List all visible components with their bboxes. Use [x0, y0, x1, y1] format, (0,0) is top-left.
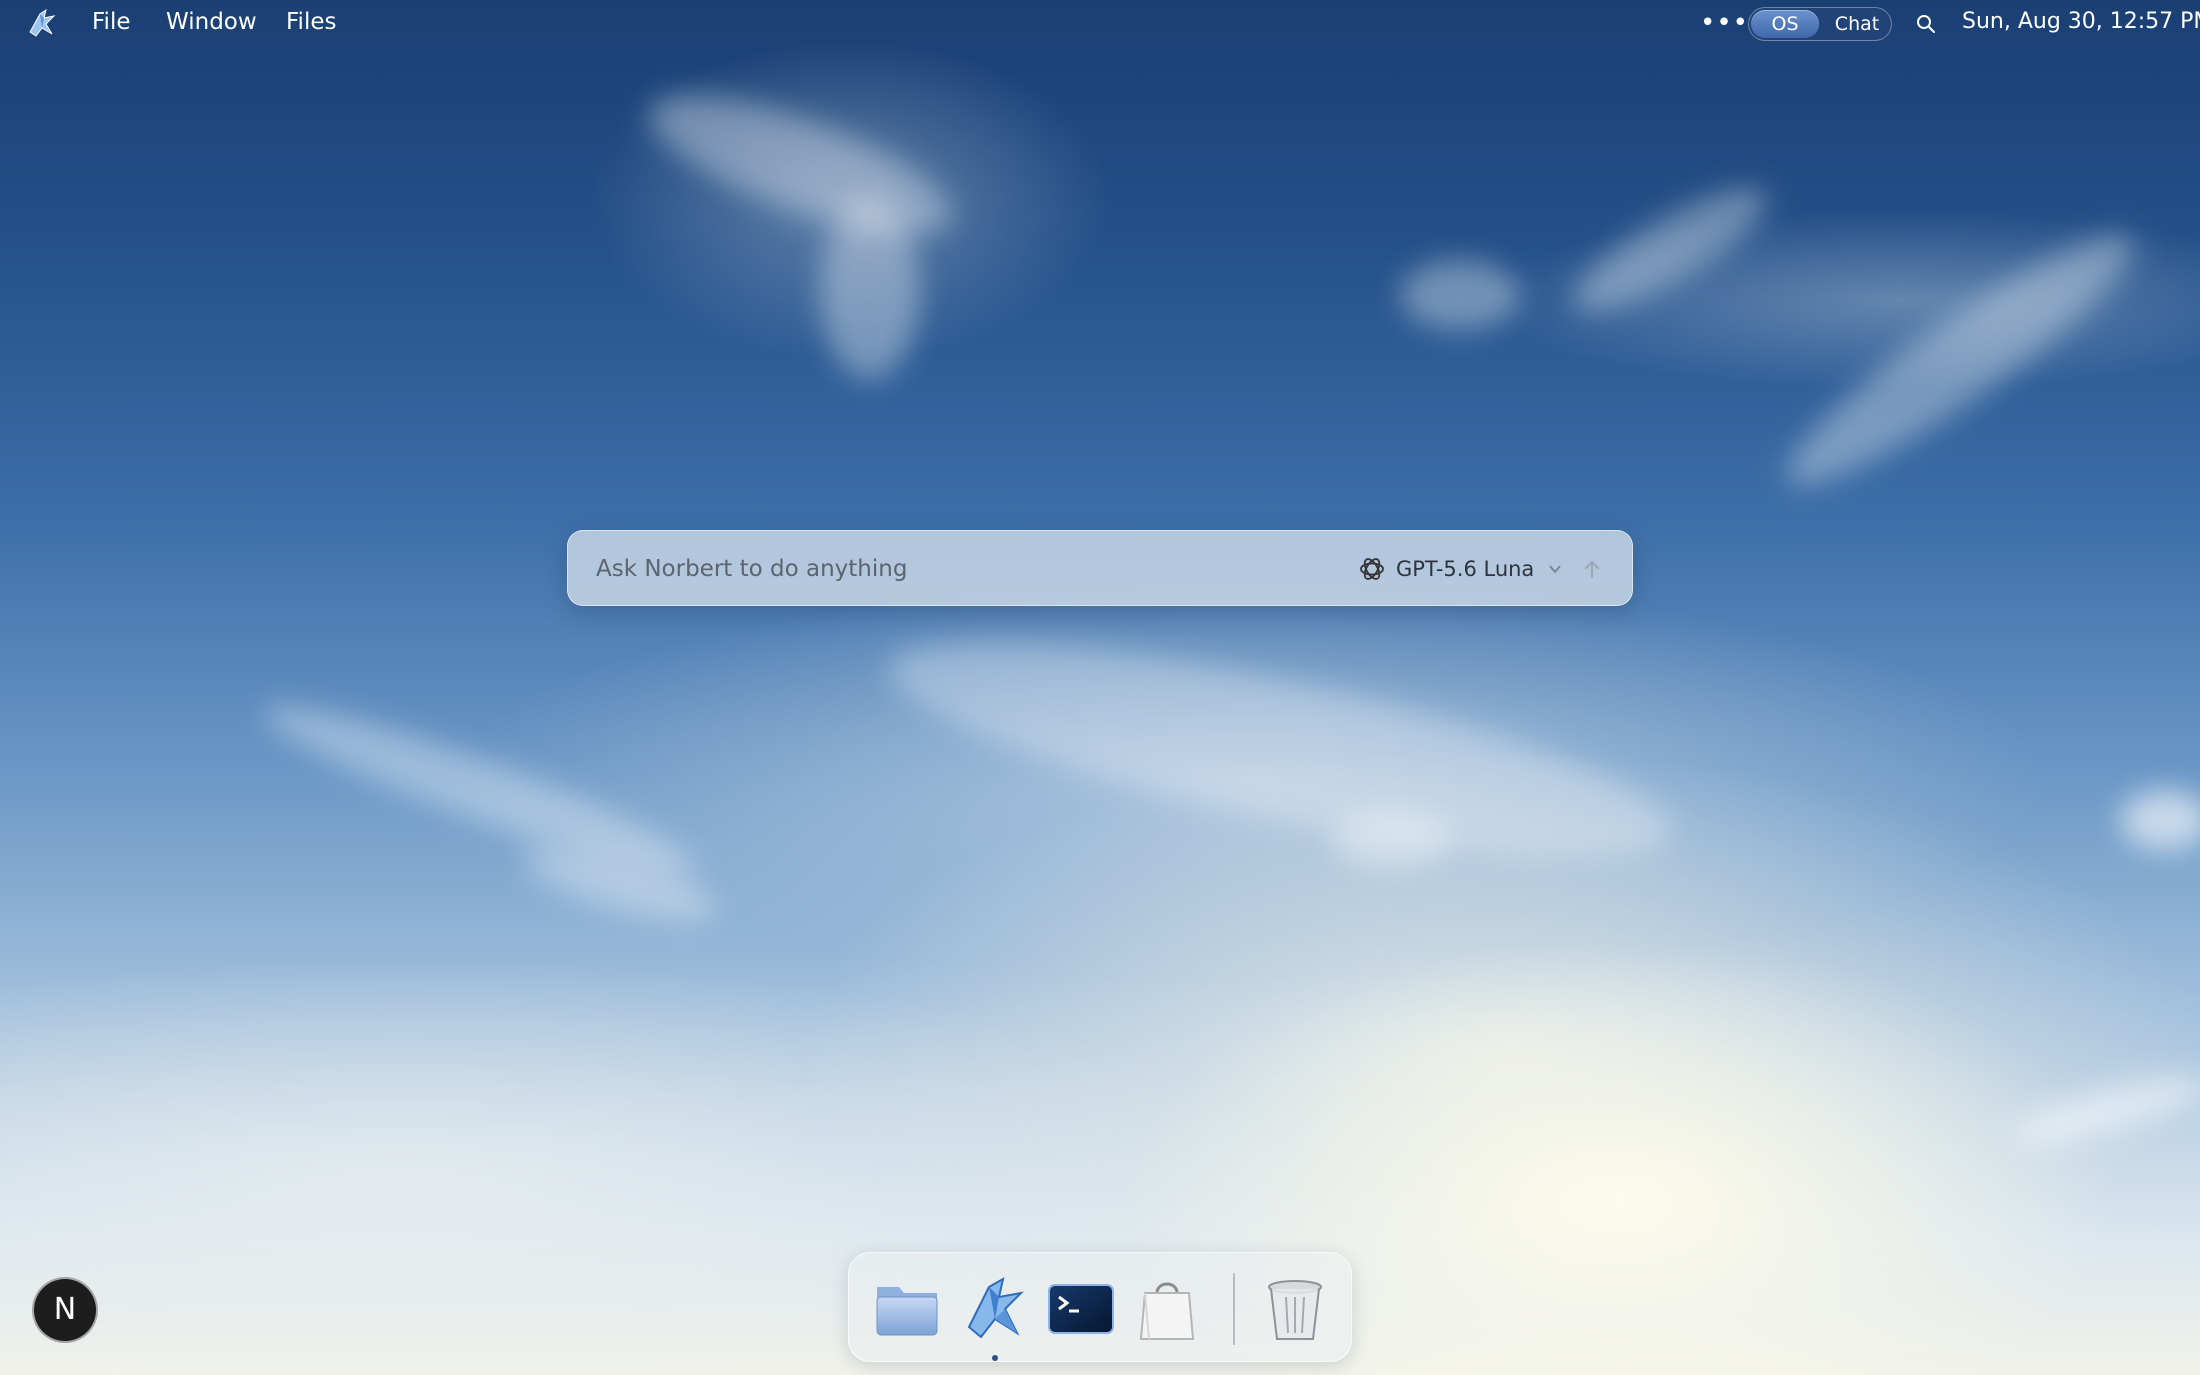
norbert-logo-icon[interactable]	[26, 8, 58, 38]
send-button[interactable]	[1576, 553, 1608, 585]
menu-window[interactable]: Window	[166, 9, 257, 35]
menu-bar: File Window Files ••• OS Chat Sun, Aug 3…	[0, 0, 2200, 46]
mode-toggle[interactable]: OS Chat	[1748, 7, 1892, 41]
cloud	[820, 200, 920, 380]
menu-files[interactable]: Files	[286, 9, 336, 35]
menu-file[interactable]: File	[92, 9, 131, 35]
clock[interactable]: Sun, Aug 30, 12:57 PM	[1962, 9, 2200, 34]
cloud	[2120, 790, 2200, 850]
norbert-logo-icon[interactable]	[959, 1273, 1031, 1345]
avatar[interactable]: N	[32, 1277, 98, 1343]
model-label: GPT-5.6 Luna	[1396, 557, 1535, 581]
trash-icon[interactable]	[1259, 1273, 1331, 1345]
prompt-bar: GPT-5.6 Luna	[567, 530, 1633, 606]
openai-logo-icon	[1360, 558, 1384, 580]
running-indicator	[992, 1355, 998, 1361]
cloud	[2008, 1064, 2200, 1156]
cloud	[634, 67, 966, 263]
prompt-input[interactable]	[594, 549, 1298, 589]
model-selector[interactable]: GPT-5.6 Luna	[1358, 551, 1562, 587]
folder-icon[interactable]	[871, 1273, 943, 1345]
mode-os-option[interactable]: OS	[1751, 10, 1819, 38]
ellipsis-icon[interactable]: •••	[1700, 8, 1749, 38]
mode-chat-option[interactable]: Chat	[1825, 10, 1889, 38]
desktop: File Window Files ••• OS Chat Sun, Aug 3…	[0, 0, 2200, 1375]
search-icon[interactable]	[1916, 14, 1936, 34]
chevron-down-icon	[1549, 565, 1562, 574]
cloud	[1400, 260, 1520, 330]
cloud	[1559, 169, 1781, 331]
shopping-bag-icon[interactable]	[1131, 1273, 1203, 1345]
cloud	[1765, 206, 2155, 514]
arrow-up-icon	[1585, 560, 1599, 578]
cloud	[874, 598, 1686, 902]
cloud	[1330, 810, 1450, 870]
dock	[848, 1252, 1352, 1362]
terminal-icon[interactable]	[1045, 1273, 1117, 1345]
dock-separator	[1233, 1273, 1235, 1345]
